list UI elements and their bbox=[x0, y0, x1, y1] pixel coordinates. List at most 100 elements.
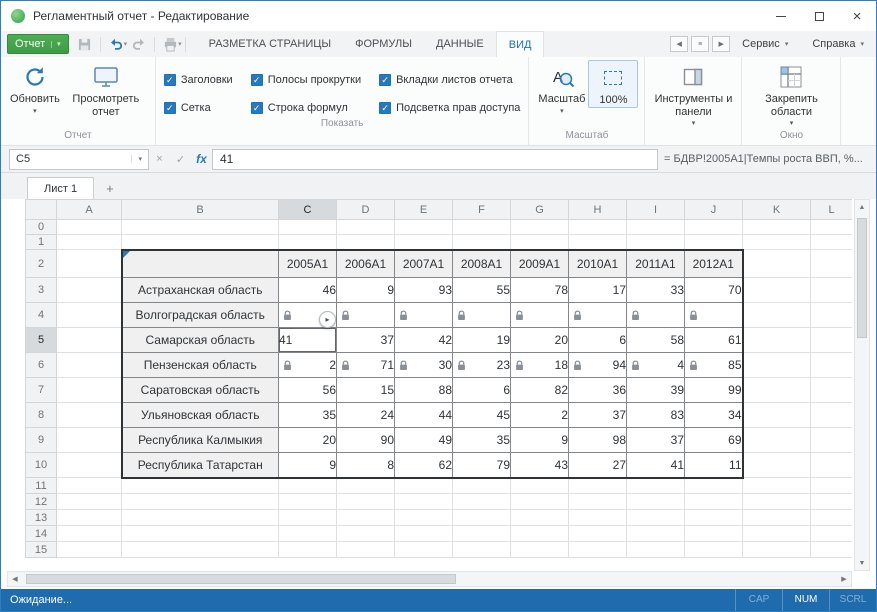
column-header-D[interactable]: D bbox=[337, 200, 395, 220]
grid-cell-H2[interactable]: 2010A1 bbox=[569, 250, 627, 278]
grid-cell-B0[interactable] bbox=[122, 220, 279, 235]
grid-cell-I7[interactable]: 39 bbox=[627, 378, 685, 403]
grid-cell-L14[interactable] bbox=[811, 526, 853, 542]
column-header-C[interactable]: C bbox=[279, 200, 337, 220]
grid-cell-B15[interactable] bbox=[122, 542, 279, 558]
grid-cell-B1[interactable] bbox=[122, 235, 279, 250]
maximize-button[interactable] bbox=[800, 1, 838, 31]
grid-cell-C0[interactable] bbox=[279, 220, 337, 235]
column-header-I[interactable]: I bbox=[627, 200, 685, 220]
grid-cell-A13[interactable] bbox=[57, 510, 122, 526]
grid-cell-D7[interactable]: 15 bbox=[337, 378, 395, 403]
grid-cell-E7[interactable]: 88 bbox=[395, 378, 453, 403]
grid-cell-B9[interactable]: Республика Калмыкия bbox=[122, 428, 279, 453]
grid-cell-H0[interactable] bbox=[569, 220, 627, 235]
grid-cell-H4[interactable] bbox=[569, 303, 627, 328]
grid-cell-I11[interactable] bbox=[627, 478, 685, 494]
row-header-3[interactable]: 3 bbox=[26, 278, 57, 303]
vertical-scrollbar[interactable]: ▲ ▼ bbox=[854, 199, 870, 571]
grid-cell-K14[interactable] bbox=[743, 526, 811, 542]
redo-button[interactable] bbox=[127, 33, 151, 55]
row-header-5[interactable]: 5 bbox=[26, 328, 57, 353]
grid-cell-I12[interactable] bbox=[627, 494, 685, 510]
row-header-10[interactable]: 10 bbox=[26, 453, 57, 478]
checkbox-option[interactable]: ✓Подсветка прав доступа bbox=[379, 100, 520, 116]
grid-cell-G3[interactable]: 78 bbox=[511, 278, 569, 303]
grid-cell-K12[interactable] bbox=[743, 494, 811, 510]
function-wizard-button[interactable]: fx bbox=[191, 149, 212, 170]
grid-cell-G7[interactable]: 82 bbox=[511, 378, 569, 403]
grid-cell-H7[interactable]: 36 bbox=[569, 378, 627, 403]
grid-cell-F5[interactable]: 19 bbox=[453, 328, 511, 353]
grid-cell-I6[interactable]: 4 bbox=[627, 353, 685, 378]
grid-cell-F1[interactable] bbox=[453, 235, 511, 250]
grid-cell-E13[interactable] bbox=[395, 510, 453, 526]
grid-cell-C5[interactable]: 41 bbox=[279, 328, 337, 353]
grid-cell-J5[interactable]: 61 bbox=[685, 328, 743, 353]
grid-cell-K13[interactable] bbox=[743, 510, 811, 526]
grid-cell-A15[interactable] bbox=[57, 542, 122, 558]
column-header-K[interactable]: K bbox=[743, 200, 811, 220]
grid-cell-L2[interactable] bbox=[811, 250, 853, 278]
grid-cell-G13[interactable] bbox=[511, 510, 569, 526]
grid-cell-I4[interactable] bbox=[627, 303, 685, 328]
grid-cell-G5[interactable]: 20 bbox=[511, 328, 569, 353]
row-header-6[interactable]: 6 bbox=[26, 353, 57, 378]
checkbox-option[interactable]: ✓Сетка bbox=[164, 100, 233, 116]
row-header-9[interactable]: 9 bbox=[26, 428, 57, 453]
grid-cell-F15[interactable] bbox=[453, 542, 511, 558]
grid-cell-F12[interactable] bbox=[453, 494, 511, 510]
grid-cell-D14[interactable] bbox=[337, 526, 395, 542]
nav-right-button[interactable]: ▶ bbox=[712, 36, 730, 52]
grid-cell-I0[interactable] bbox=[627, 220, 685, 235]
grid-cell-K7[interactable] bbox=[743, 378, 811, 403]
grid-cell-K11[interactable] bbox=[743, 478, 811, 494]
menu-service[interactable]: Сервис ▾ bbox=[730, 38, 800, 50]
grid-cell-A10[interactable] bbox=[57, 453, 122, 478]
grid-cell-A5[interactable] bbox=[57, 328, 122, 353]
column-header-H[interactable]: H bbox=[569, 200, 627, 220]
grid-cell-B11[interactable] bbox=[122, 478, 279, 494]
close-button[interactable]: × bbox=[838, 1, 876, 31]
checkbox-option[interactable]: ✓Строка формул bbox=[251, 100, 361, 116]
grid-cell-D9[interactable]: 90 bbox=[337, 428, 395, 453]
grid-cell-H9[interactable]: 98 bbox=[569, 428, 627, 453]
tools-panels-button[interactable]: Инструменты и панели ▾ bbox=[651, 60, 735, 128]
grid-cell-D0[interactable] bbox=[337, 220, 395, 235]
grid-cell-B6[interactable]: Пензенская область bbox=[122, 353, 279, 378]
grid-cell-H5[interactable]: 6 bbox=[569, 328, 627, 353]
grid-cell-H6[interactable]: 94 bbox=[569, 353, 627, 378]
grid-cell-G11[interactable] bbox=[511, 478, 569, 494]
column-header-A[interactable]: A bbox=[57, 200, 122, 220]
row-header-1[interactable]: 1 bbox=[26, 235, 57, 250]
horizontal-scroll-thumb[interactable] bbox=[26, 574, 456, 584]
vertical-scroll-thumb[interactable] bbox=[857, 218, 867, 338]
row-header-2[interactable]: 2 bbox=[26, 250, 57, 278]
scroll-down-arrow[interactable]: ▼ bbox=[855, 556, 869, 570]
grid-cell-G8[interactable]: 2 bbox=[511, 403, 569, 428]
scroll-up-arrow[interactable]: ▲ bbox=[855, 200, 869, 214]
grid-cell-K3[interactable] bbox=[743, 278, 811, 303]
grid-cell-A8[interactable] bbox=[57, 403, 122, 428]
grid-cell-J9[interactable]: 69 bbox=[685, 428, 743, 453]
grid-cell-L12[interactable] bbox=[811, 494, 853, 510]
grid-cell-H3[interactable]: 17 bbox=[569, 278, 627, 303]
grid-cell-H1[interactable] bbox=[569, 235, 627, 250]
freeze-panes-button[interactable]: Закрепить области ▾ bbox=[748, 60, 834, 128]
grid-cell-D4[interactable] bbox=[337, 303, 395, 328]
sheet-tab-list1[interactable]: Лист 1 bbox=[27, 177, 94, 199]
grid-cell-C11[interactable] bbox=[279, 478, 337, 494]
grid-cell-G9[interactable]: 9 bbox=[511, 428, 569, 453]
grid-cell-B5[interactable]: Самарская область bbox=[122, 328, 279, 353]
grid-cell-I10[interactable]: 41 bbox=[627, 453, 685, 478]
grid-cell-K5[interactable] bbox=[743, 328, 811, 353]
column-header-B[interactable]: B bbox=[122, 200, 279, 220]
zoom-100-button[interactable]: 100% bbox=[588, 60, 638, 108]
grid-cell-I15[interactable] bbox=[627, 542, 685, 558]
grid-cell-L0[interactable] bbox=[811, 220, 853, 235]
grid-cell-C6[interactable]: 2 bbox=[279, 353, 337, 378]
grid-cell-K4[interactable] bbox=[743, 303, 811, 328]
grid-cell-C3[interactable]: 46 bbox=[279, 278, 337, 303]
grid-cell-F0[interactable] bbox=[453, 220, 511, 235]
grid-cell-K8[interactable] bbox=[743, 403, 811, 428]
